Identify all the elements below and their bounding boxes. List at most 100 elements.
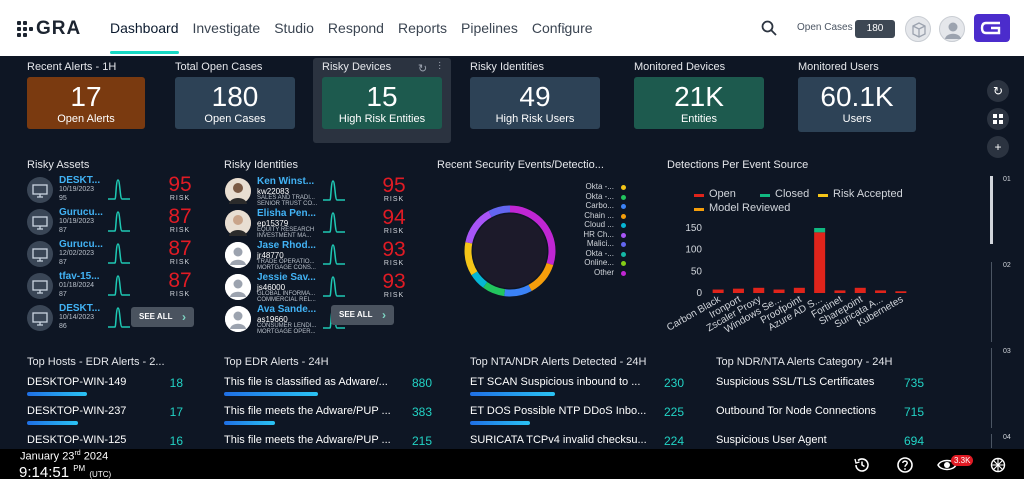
bar-open[interactable]: [895, 291, 907, 293]
list-item-label: SURICATA TCPv4 invalid checksu...: [470, 434, 647, 446]
risky-identities-title: Risky Identities: [224, 159, 298, 171]
kpi-value: 21K: [674, 81, 724, 112]
legend-label[interactable]: Risk Accepted: [833, 188, 903, 200]
list-item-bar: [470, 392, 555, 396]
identity-name[interactable]: Ava Sande...: [257, 304, 316, 315]
list-item-count: 225: [663, 405, 684, 419]
ai-brain-icon[interactable]: [989, 456, 1007, 474]
bar-open[interactable]: [712, 289, 724, 293]
asset-name[interactable]: Gurucu...: [59, 239, 103, 250]
list-item[interactable]: Suspicious SSL/TLS Certificates 735: [716, 376, 924, 406]
tab-dashboard[interactable]: Dashboard: [103, 0, 186, 56]
help-icon[interactable]: [896, 456, 914, 474]
legend-label[interactable]: Closed: [775, 188, 809, 200]
page-indicator-1[interactable]: 01: [1003, 176, 1011, 183]
risky-asset-row[interactable]: Gurucu... 12/02/2023 87 87 RISK: [27, 237, 197, 269]
identity-name[interactable]: Elisha Pen...: [257, 208, 316, 219]
risk-sparkline: [108, 179, 130, 200]
risk-score: 93: [382, 238, 406, 261]
tab-investigate[interactable]: Investigate: [186, 0, 268, 56]
asset-name[interactable]: DESKT...: [59, 175, 100, 186]
risky-identity-row[interactable]: Elisha Pen... ep15379 EQUITY RESEARCH INVES…: [225, 206, 410, 239]
legend-label[interactable]: Open: [709, 188, 736, 200]
risky-identity-row[interactable]: Jase Rhod... jr48770 TRADE OPERATIO... MORT…: [225, 238, 410, 271]
package-icon[interactable]: [905, 16, 931, 42]
computer-icon: [27, 273, 53, 299]
list-item[interactable]: This file is classified as Adware/... 880: [224, 376, 432, 406]
identity-name[interactable]: Jessie Sav...: [257, 272, 316, 283]
page-indicator-bar: [991, 262, 992, 342]
asset-name[interactable]: tfav-15...: [59, 271, 100, 282]
donut-hole: [473, 214, 547, 288]
risky-assets-see-all-button[interactable]: SEE ALL ›: [131, 307, 194, 327]
tab-respond[interactable]: Respond: [321, 0, 391, 56]
page-indicator-4[interactable]: 04: [1003, 434, 1011, 441]
list-item-label: Suspicious SSL/TLS Certificates: [716, 376, 875, 388]
more-vertical-icon[interactable]: · · ·: [438, 58, 441, 74]
risky-asset-row[interactable]: Gurucu... 10/19/2023 87 87 RISK: [27, 205, 197, 237]
list-item[interactable]: Outbound Tor Node Connections 715: [716, 405, 924, 435]
bar-closed[interactable]: [814, 228, 826, 233]
kpi-risky-identities[interactable]: 49 High Risk Users: [470, 77, 600, 129]
list-item-bar: [27, 392, 87, 396]
list-item[interactable]: DESKTOP-WIN-237 17: [27, 405, 183, 435]
identity-name[interactable]: Ken Winst...: [257, 176, 314, 187]
top-edr-title: Top EDR Alerts - 24H: [224, 356, 329, 368]
identity-name[interactable]: Jase Rhod...: [257, 240, 316, 251]
list-item[interactable]: ET DOS Possible NTP DDoS Inbo... 225: [470, 405, 684, 435]
kpi-label: High Risk Entities: [338, 113, 426, 125]
search-icon[interactable]: [761, 20, 777, 36]
kpi-monitored-devices[interactable]: 21K Entities: [634, 77, 764, 129]
risk-label: RISK: [169, 259, 191, 266]
legend-label[interactable]: Model Reviewed: [709, 202, 790, 214]
more-vertical-icon[interactable]: · · ·: [561, 17, 567, 38]
tab-reports[interactable]: Reports: [391, 0, 454, 56]
kpi-recent-alerts[interactable]: 17 Open Alerts: [27, 77, 145, 129]
add-icon[interactable]: +: [987, 136, 1009, 158]
page-indicator-3[interactable]: 03: [1003, 348, 1011, 355]
list-item[interactable]: This file meets the Adware/PUP ... 383: [224, 405, 432, 435]
risk-sparkline: [323, 244, 345, 265]
history-icon[interactable]: [853, 456, 871, 474]
bar-open[interactable]: [773, 289, 785, 293]
bar-open[interactable]: [732, 288, 744, 293]
tab-studio[interactable]: Studio: [267, 0, 321, 56]
chevron-right-icon: ›: [382, 308, 386, 322]
refresh-icon[interactable]: ↻: [418, 62, 427, 75]
page-indicator-2[interactable]: 02: [1003, 262, 1011, 269]
tab-pipelines[interactable]: Pipelines: [454, 0, 525, 56]
identity-title: MORTGAGE OPER...: [257, 329, 316, 335]
list-item[interactable]: ET SCAN Suspicious inbound to ... 230: [470, 376, 684, 406]
kpi-total-open-cases[interactable]: 180 Open Cases: [175, 77, 295, 129]
risk-score: 93: [382, 270, 406, 293]
top-nta-title: Top NTA/NDR Alerts Detected - 24H: [470, 356, 647, 368]
security-events-donut[interactable]: [460, 201, 560, 301]
risky-identities-see-all-button[interactable]: SEE ALL ›: [331, 305, 394, 325]
asset-name[interactable]: Gurucu...: [59, 207, 103, 218]
list-item-count: 18: [169, 376, 183, 390]
list-item[interactable]: DESKTOP-WIN-149 18: [27, 376, 183, 406]
user-avatar-icon[interactable]: [939, 16, 965, 42]
computer-icon: [27, 177, 53, 203]
refresh-icon[interactable]: ↻: [987, 80, 1009, 102]
legend-label: Malici...: [586, 239, 614, 248]
page-indicator-bar-active[interactable]: [990, 176, 993, 244]
bar-open[interactable]: [854, 287, 866, 293]
logo[interactable]: GRA: [17, 18, 81, 40]
kpi-risky-devices[interactable]: 15 High Risk Entities: [322, 77, 442, 129]
bar-open[interactable]: [875, 290, 887, 293]
asset-name[interactable]: DESKT...: [59, 303, 100, 314]
risky-asset-row[interactable]: tfav-15... 01/18/2024 87 87 RISK: [27, 269, 197, 301]
risky-identity-row[interactable]: Ken Winst... kw22083 SALES AND TRADI... SEN…: [225, 174, 410, 207]
risky-identity-row[interactable]: Jessie Sav... js46000 GLOBAL INFORMA... COM…: [225, 270, 410, 303]
list-item-count: 215: [411, 434, 432, 448]
open-cases-count[interactable]: 180: [855, 20, 895, 38]
bar-open[interactable]: [793, 287, 805, 293]
risky-asset-row[interactable]: DESKT... 10/19/2023 95 95 RISK: [27, 173, 197, 205]
kpi-monitored-users[interactable]: 60.1K Users: [798, 77, 916, 132]
brand-app-icon[interactable]: [974, 14, 1010, 42]
bar-open[interactable]: [753, 287, 765, 293]
bar-open[interactable]: [834, 290, 846, 293]
grid-layout-icon[interactable]: [987, 108, 1009, 130]
bar-open[interactable]: [814, 232, 826, 293]
